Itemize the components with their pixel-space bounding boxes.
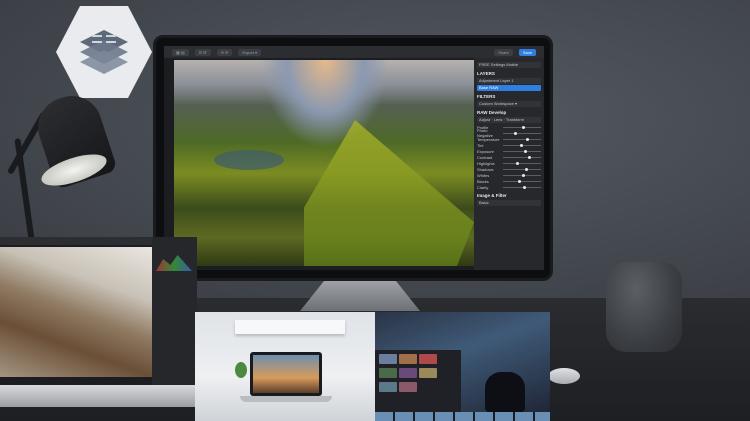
slider-track[interactable] (503, 185, 541, 189)
slider-track[interactable] (503, 137, 541, 141)
mobile-label[interactable]: Mobile (506, 62, 518, 67)
slider-track[interactable] (503, 149, 541, 153)
slider-thumb[interactable] (518, 179, 522, 183)
slider-track[interactable] (503, 161, 541, 165)
slider-label: Whites (477, 172, 490, 178)
editor-toolbar: ▦ ▤ ⊡ ⊟ ⟲ ⟳ Export ▾ Share Save (164, 46, 544, 58)
ui-tile (379, 382, 397, 392)
panel-tabs: Adjust · Lens · Transform (477, 117, 541, 123)
filmstrip (375, 412, 550, 421)
free-label[interactable]: FREE (479, 62, 490, 67)
layers-header: LAYERS (477, 71, 495, 76)
thumbnail-editor-mountains (0, 237, 197, 385)
mountain-peak (304, 120, 474, 266)
slider-label: Tint (477, 142, 484, 148)
slider-thumb[interactable] (516, 161, 520, 165)
thumbnail-side-panel (152, 237, 197, 385)
slider-clarity[interactable]: Clarity (477, 184, 541, 190)
mountain-image (0, 247, 152, 377)
slider-track[interactable] (503, 131, 541, 135)
slider-label: Exposure (477, 148, 494, 154)
monitor: ▦ ▤ ⊡ ⊟ ⟲ ⟳ Export ▾ Share Save FREE Set… (153, 35, 553, 281)
ui-tile (399, 354, 417, 364)
shelf (235, 320, 345, 334)
person-silhouette (485, 372, 525, 412)
slider-thumb[interactable] (525, 167, 529, 171)
editor-screen: ▦ ▤ ⊡ ⊟ ⟲ ⟳ Export ▾ Share Save FREE Set… (164, 46, 544, 270)
compare-button[interactable]: ⊡ ⊟ (194, 48, 211, 56)
save-button[interactable]: Save (518, 48, 536, 56)
landscape-photo[interactable] (174, 60, 476, 266)
smart-speaker (606, 262, 682, 352)
slider-track[interactable] (503, 179, 541, 183)
slider-track[interactable] (503, 125, 541, 129)
ui-tile (379, 354, 397, 364)
slider-label: Shadows (477, 166, 494, 172)
plant (235, 362, 247, 378)
slider-thumb[interactable] (525, 137, 529, 141)
laptop-base (240, 396, 332, 402)
slider-label: Temperature (477, 136, 500, 142)
layer-item[interactable]: Adjustment Layer 1 (477, 78, 541, 84)
tab-adjust[interactable]: Adjust (479, 117, 490, 122)
laptop (250, 352, 322, 396)
ui-tile (399, 382, 417, 392)
slider-thumb[interactable] (522, 173, 525, 177)
slider-track[interactable] (503, 173, 541, 177)
slider-label: Clarity (477, 184, 489, 190)
ui-tile (419, 368, 437, 378)
ui-tile (419, 354, 437, 364)
export-button[interactable]: Export ▾ (238, 48, 262, 56)
lake-shape (214, 150, 284, 170)
adjustment-panel: FREE Settings Mobile LAYERS Adjustment L… (474, 58, 544, 270)
view-toggle-button[interactable]: ▦ ▤ (172, 48, 189, 56)
ui-tile (399, 368, 417, 378)
settings-label[interactable]: Settings (491, 62, 505, 67)
slider-label: Blacks (477, 178, 489, 184)
slider-thumb[interactable] (522, 185, 526, 189)
undo-redo-button[interactable]: ⟲ ⟳ (216, 48, 233, 56)
raw-develop-header[interactable]: RAW Develop (477, 110, 541, 115)
laptop-screen (253, 355, 319, 393)
slider-track[interactable] (503, 143, 541, 147)
image-filter-header[interactable]: Image & Filter (477, 193, 541, 198)
laptop-edge (0, 385, 197, 407)
mouse (548, 368, 580, 384)
slider-thumb[interactable] (527, 155, 531, 159)
layer-item-selected[interactable]: Base RAW (477, 85, 541, 91)
filters-header: FILTERS (477, 94, 496, 99)
basic-row[interactable]: Basic (477, 200, 541, 206)
slider-thumb[interactable] (520, 143, 524, 147)
slider-thumb[interactable] (522, 125, 525, 129)
slider-track[interactable] (503, 167, 541, 171)
ui-tile (379, 368, 397, 378)
tab-lens[interactable]: Lens (494, 117, 503, 122)
slider-label: Highlights (477, 160, 495, 166)
thumbnail-ui-panel (375, 350, 461, 412)
thumbnail-desk-laptop (195, 312, 377, 421)
slider-track[interactable] (503, 155, 541, 159)
slider-thumb[interactable] (514, 131, 518, 135)
tab-transform[interactable]: Transform (506, 117, 524, 122)
share-button[interactable]: Share (494, 48, 513, 56)
workspace-dropdown[interactable]: Custom Workspace ▾ (477, 101, 541, 107)
thumbnail-warehouse (375, 312, 550, 421)
slider-thumb[interactable] (523, 149, 527, 153)
slider-label: Contrast (477, 154, 493, 160)
panel-top-row: FREE Settings Mobile (477, 62, 541, 68)
